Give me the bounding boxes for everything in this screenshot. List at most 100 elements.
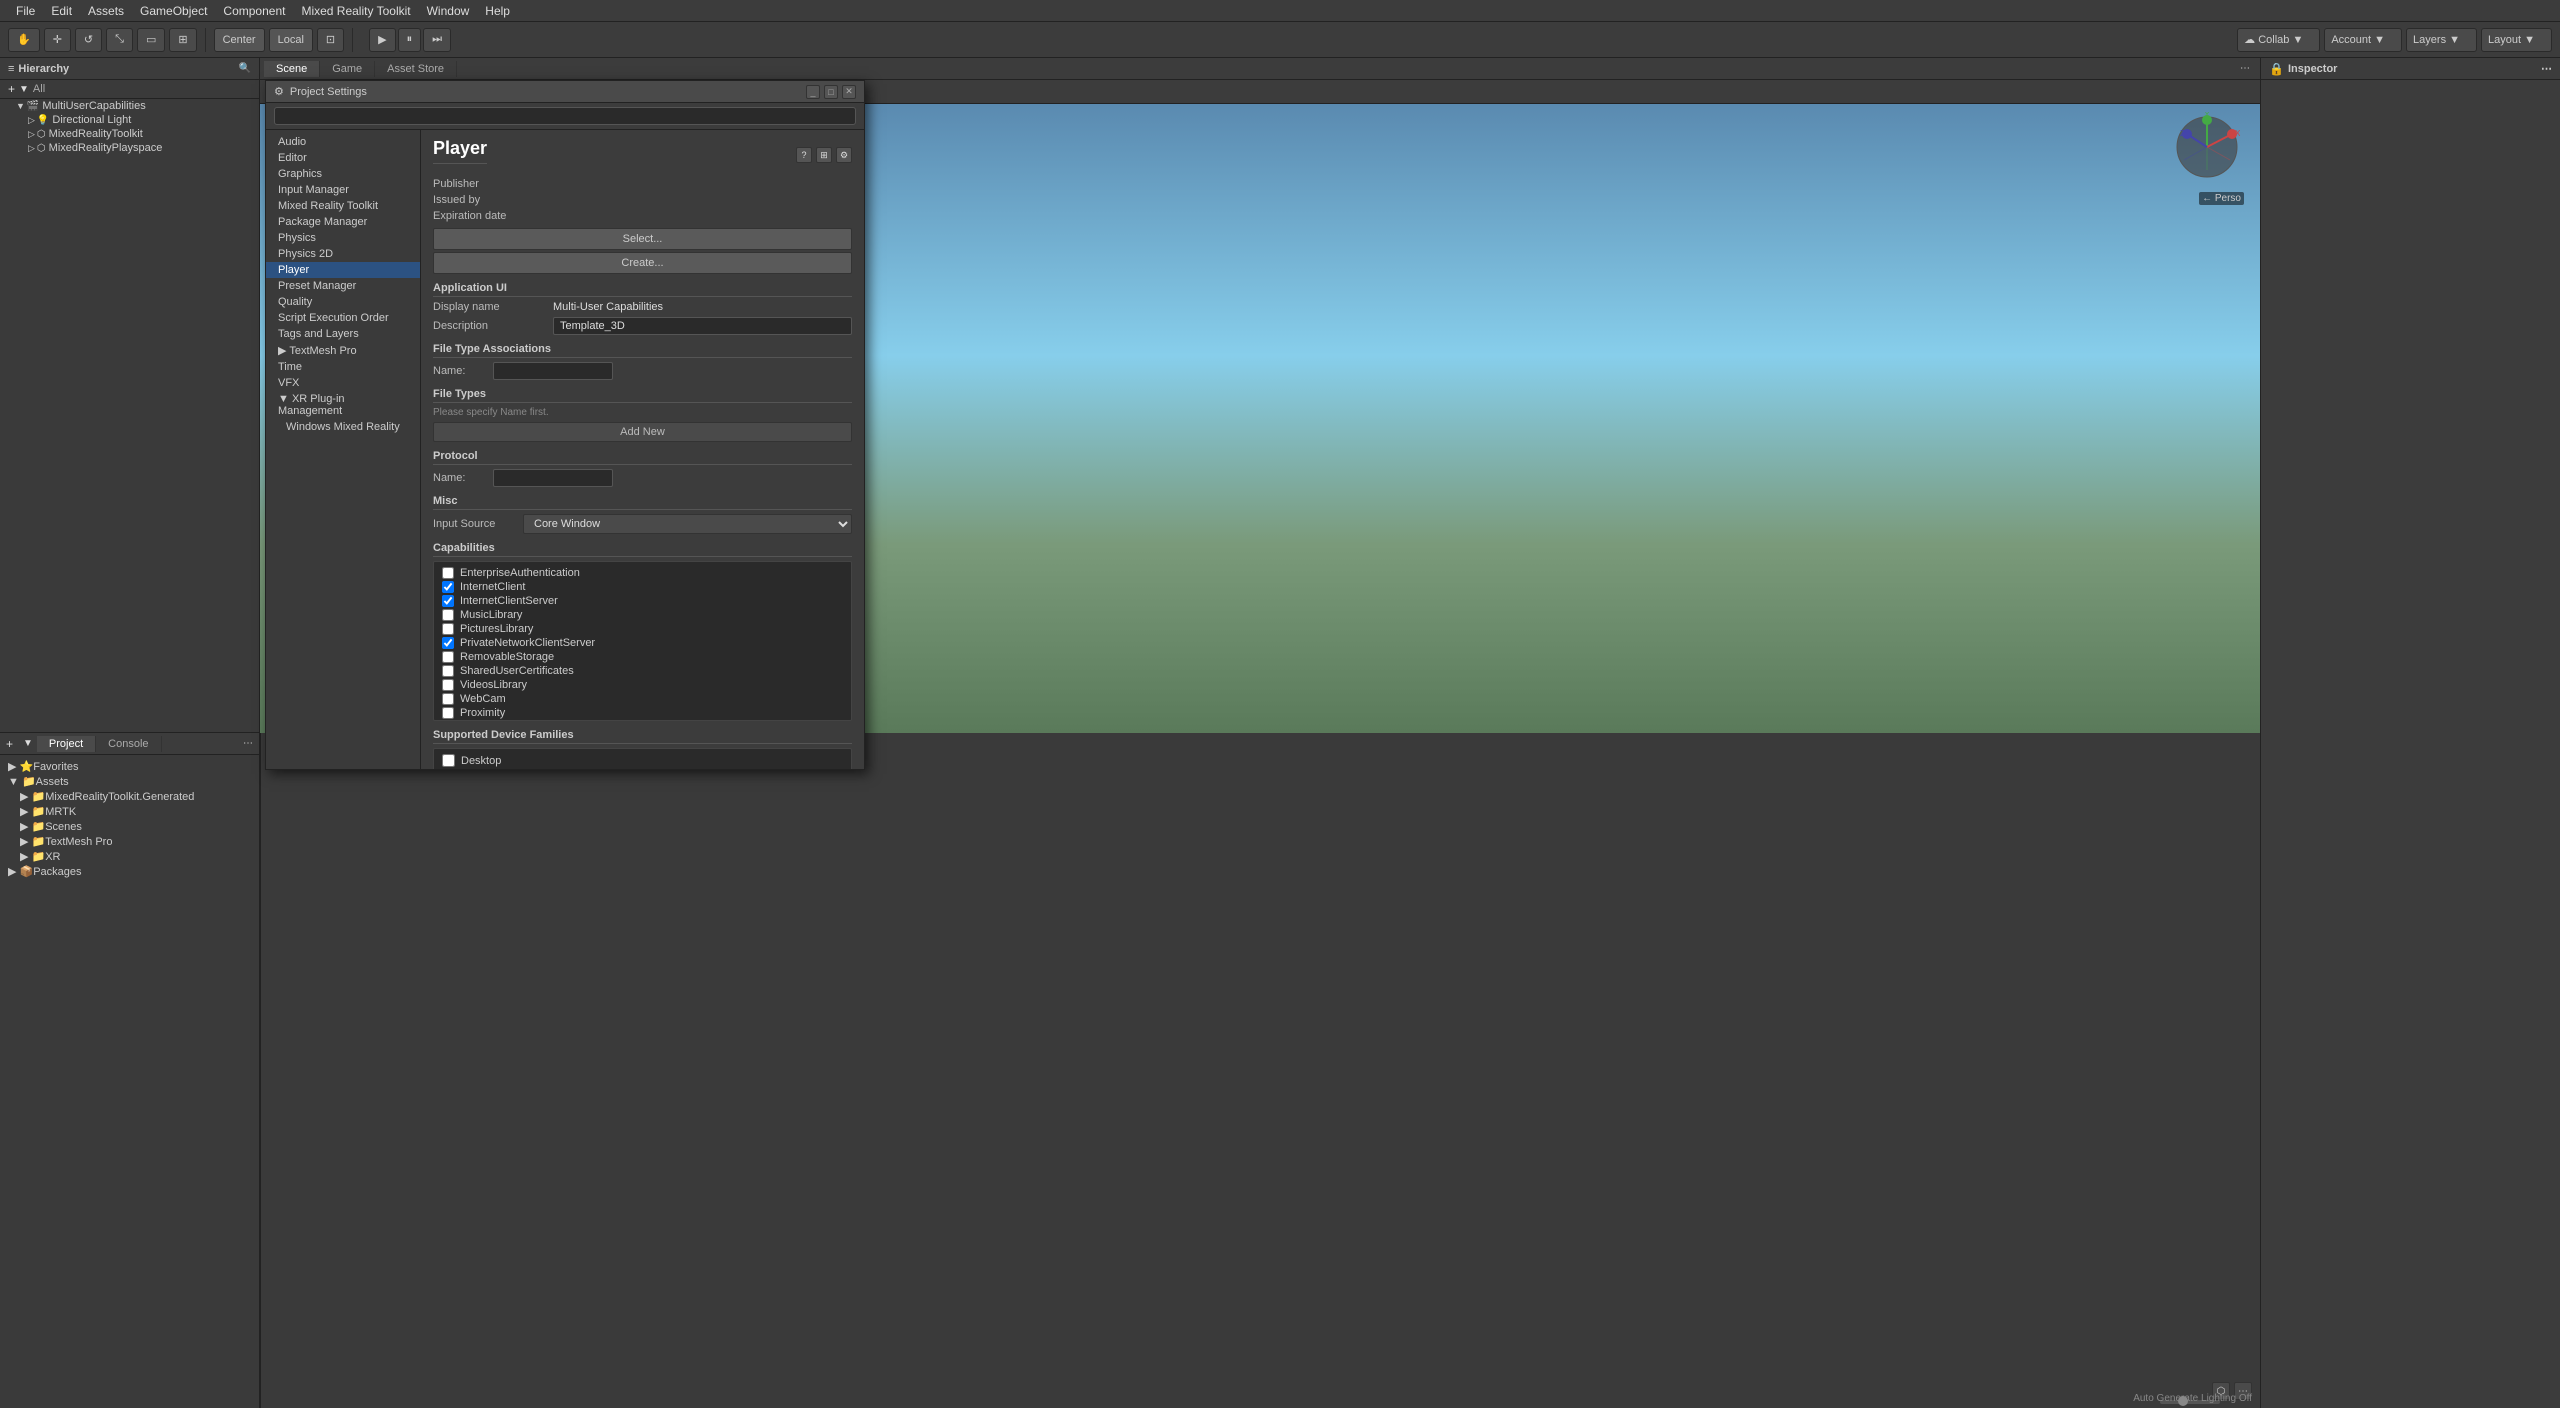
hierarchy-item-mrtk[interactable]: ▷ ⬡ MixedRealityToolkit [0,127,259,141]
player-settings-icon[interactable]: ⊞ [816,147,832,163]
device-desktop-checkbox[interactable] [442,754,455,767]
project-item-xr[interactable]: ▶ 📁 XR [0,849,259,864]
cap-enterprise-auth-checkbox[interactable] [442,567,454,579]
cap-shared-user-certs-checkbox[interactable] [442,665,454,677]
dialog-search-input[interactable] [274,107,856,125]
project-item-mrtk[interactable]: ▶ 📁 MRTK [0,804,259,819]
sidebar-item-player[interactable]: Player [266,262,420,278]
cap-removable-storage-checkbox[interactable] [442,651,454,663]
menu-edit[interactable]: Edit [43,2,80,20]
collab-dropdown[interactable]: ☁ Collab ▼ [2237,28,2320,52]
input-source-select[interactable]: Core Window [523,514,852,534]
sidebar-item-quality[interactable]: Quality [266,294,420,310]
project-item-scenes[interactable]: ▶ 📁 Scenes [0,819,259,834]
step-button[interactable]: ⏭ [423,28,451,52]
sidebar-item-mixed-reality[interactable]: Mixed Reality Toolkit [266,198,420,214]
sidebar-item-physics[interactable]: Physics [266,230,420,246]
cap-internet-client-server-checkbox[interactable] [442,595,454,607]
project-item-textmesh[interactable]: ▶ 📁 TextMesh Pro [0,834,259,849]
menu-help[interactable]: Help [477,2,518,20]
sidebar-item-editor[interactable]: Editor [266,150,420,166]
project-item-assets[interactable]: ▼ 📁 Assets [0,774,259,789]
hierarchy-search-icon[interactable]: 🔍 [239,63,251,74]
layout-dropdown[interactable]: Layout ▼ [2481,28,2552,52]
dialog-minimize-button[interactable]: _ [806,85,820,99]
create-button[interactable]: Create... [433,252,852,274]
sidebar-item-input-manager[interactable]: Input Manager [266,182,420,198]
hierarchy-item-directional-light[interactable]: ▷ 💡 Directional Light [0,113,259,127]
sidebar-item-physics-2d[interactable]: Physics 2D [266,246,420,262]
cap-internet-client-checkbox[interactable] [442,581,454,593]
hierarchy-item-playspace[interactable]: ▷ ⬡ MixedRealityPlayspace [0,141,259,155]
menu-component[interactable]: Component [215,2,293,20]
project-item-favorites[interactable]: ▶ ⭐ Favorites [0,759,259,774]
sidebar-item-textmesh[interactable]: ▶ TextMesh Pro [266,342,420,359]
sidebar-item-package-manager[interactable]: Package Manager [266,214,420,230]
play-button[interactable]: ▶ [369,28,395,52]
sidebar-item-script-execution[interactable]: Script Execution Order [266,310,420,326]
cap-pictures-library-checkbox[interactable] [442,623,454,635]
local-button[interactable]: Local [269,28,313,52]
player-gear-icon[interactable]: ⚙ [836,147,852,163]
project-item-packages[interactable]: ▶ 📦 Packages [0,864,259,879]
tab-asset-store[interactable]: Asset Store [375,61,457,77]
cap-videos-library-checkbox[interactable] [442,679,454,691]
file-types-section-title: File Types [433,388,852,403]
protocol-name-input[interactable] [493,469,613,487]
tool-rect[interactable]: ▭ [137,28,165,52]
input-source-label: Input Source [433,518,523,530]
description-input[interactable] [553,317,852,335]
layers-dropdown[interactable]: Layers ▼ [2406,28,2477,52]
pause-button[interactable]: ⏸ [398,28,422,52]
project-menu-icon[interactable]: ⋯ [237,738,259,749]
tab-scene[interactable]: Scene [264,61,320,77]
account-dropdown[interactable]: Account ▼ [2324,28,2402,52]
hierarchy-add-icon2[interactable]: + [0,737,19,751]
expand-arrow-multiuser[interactable]: ▼ [16,101,25,111]
tool-hand[interactable]: ✋ [8,28,40,52]
tool-rotate[interactable]: ↺ [75,28,102,52]
dialog-close-button[interactable]: ✕ [842,85,856,99]
menu-mixed-reality-toolkit[interactable]: Mixed Reality Toolkit [293,2,418,20]
sidebar-item-audio[interactable]: Audio [266,134,420,150]
sidebar-item-vfx[interactable]: VFX [266,375,420,391]
hierarchy-expand-icon[interactable]: ≡ [8,63,14,75]
hierarchy-item-multiuser[interactable]: ▼ 🎬 MultiUserCapabilities [0,99,259,113]
sidebar-item-preset-manager[interactable]: Preset Manager [266,278,420,294]
cap-proximity-checkbox[interactable] [442,707,454,719]
cap-webcam-checkbox[interactable] [442,693,454,705]
cap-private-network-checkbox[interactable] [442,637,454,649]
tab-project[interactable]: Project [37,736,96,752]
file-type-name-input[interactable] [493,362,613,380]
menu-window[interactable]: Window [419,2,478,20]
menu-assets[interactable]: Assets [80,2,132,20]
tab-game[interactable]: Game [320,61,375,77]
scene-gizmo[interactable]: Y X Z [2172,112,2252,192]
hierarchy-filter-icon[interactable]: ▼ [19,84,29,95]
tool-move[interactable]: ✛ [44,28,71,52]
hierarchy-filter2[interactable]: ▼ [19,738,37,749]
center-button[interactable]: Center [214,28,265,52]
inspector-menu-icon[interactable]: ⋯ [2541,62,2552,75]
menu-file[interactable]: File [8,2,43,20]
tool-scale[interactable]: ⤡ [106,28,133,52]
tool-transform[interactable]: ⊞ [169,28,196,52]
scene-menu-icon[interactable]: ⋯ [2234,63,2256,74]
sidebar-item-xr-plugin[interactable]: ▼ XR Plug-in Management [266,391,420,419]
extra-tool[interactable]: ⊡ [317,28,344,52]
player-help-icon[interactable]: ? [796,147,812,163]
project-item-mrtk-gen[interactable]: ▶ 📁 MixedRealityToolkit.Generated [0,789,259,804]
sidebar-item-graphics[interactable]: Graphics [266,166,420,182]
sidebar-item-time[interactable]: Time [266,359,420,375]
select-button[interactable]: Select... [433,228,852,250]
dialog-maximize-button[interactable]: □ [824,85,838,99]
sidebar-item-windows-mr[interactable]: Windows Mixed Reality [266,419,420,435]
add-new-button[interactable]: Add New [433,422,852,442]
tab-console[interactable]: Console [96,736,161,752]
inspector-lock-icon[interactable]: 🔒 [2269,62,2284,76]
sidebar-item-tags-layers[interactable]: Tags and Layers [266,326,420,342]
cap-music-library-checkbox[interactable] [442,609,454,621]
hierarchy-add-icon[interactable]: + [8,82,15,96]
assets-arrow: ▼ 📁 [8,775,36,788]
menu-gameobject[interactable]: GameObject [132,2,215,20]
